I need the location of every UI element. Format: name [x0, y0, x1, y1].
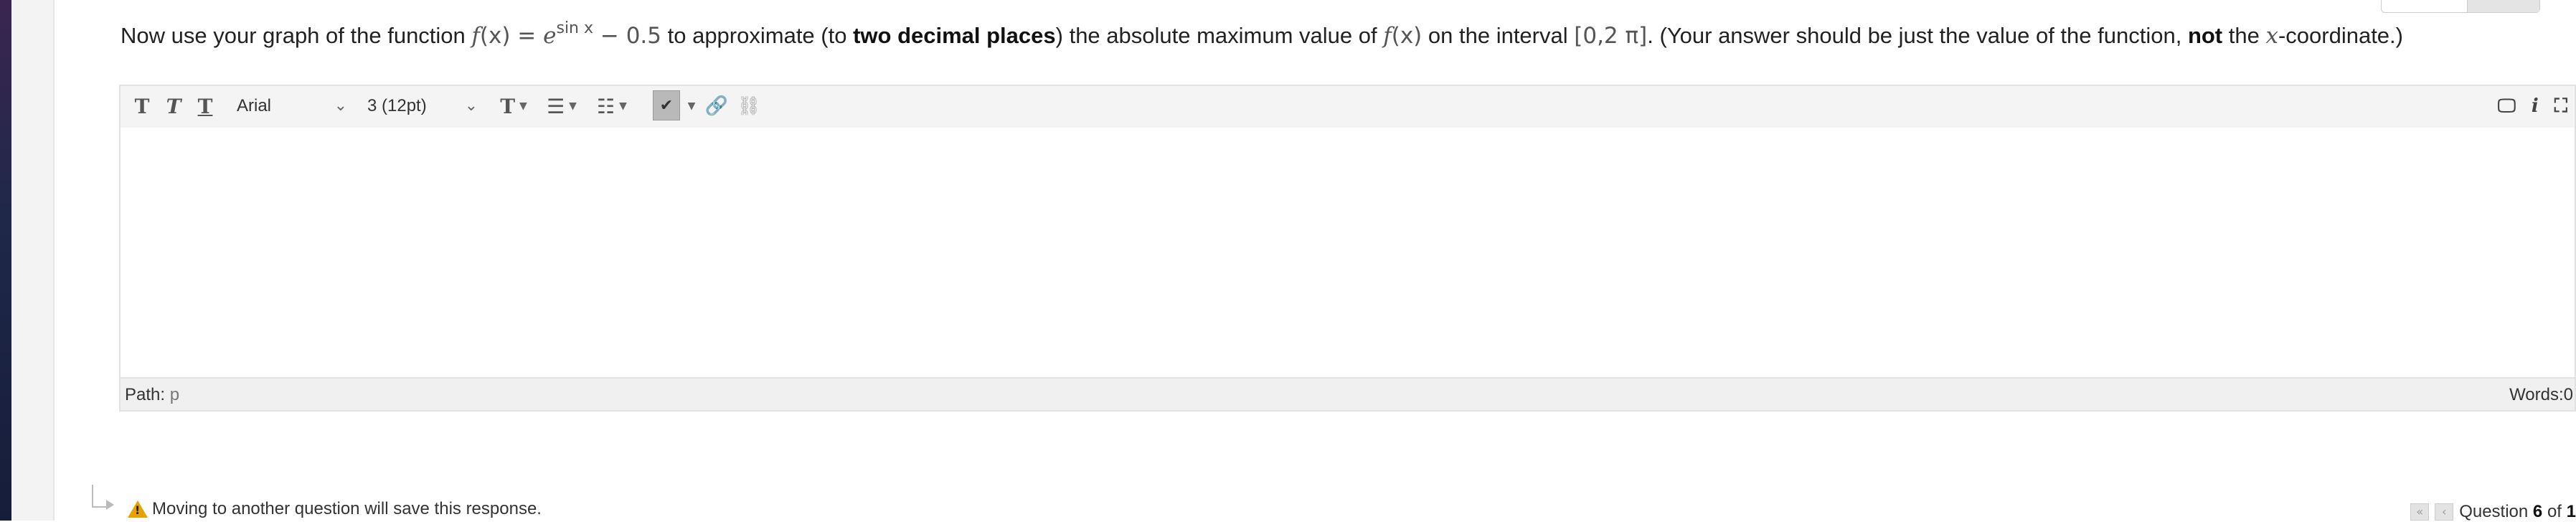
question-counter: Question 6 of 1 [2459, 502, 2576, 521]
unlink-icon: ⛓ [737, 95, 761, 117]
first-question-button[interactable]: « [2410, 503, 2430, 521]
answer-text-area[interactable] [121, 128, 2575, 380]
bullet-list-button[interactable]: ☰ ▼ [541, 92, 582, 120]
spellcheck-button[interactable]: ✔ [653, 90, 680, 120]
text-color-icon: T [500, 94, 516, 118]
chevron-down-icon: ⌄ [334, 96, 347, 114]
previous-question-button[interactable]: ‹ [2435, 503, 2454, 521]
word-count: Words:0 [2509, 385, 2573, 404]
editor-statusbar: Path: p Words:0 [121, 377, 2575, 410]
path-value[interactable]: p [170, 385, 179, 404]
answer-editor: T T T Arial ⌄ 3 (12pt) ⌄ T ▼ ☰ ▼ ☷ ▼ ✔ ▼ 🔗 … [119, 85, 2576, 412]
bold-button[interactable]: T [131, 92, 154, 120]
remove-link-button[interactable]: ⛓ [735, 92, 763, 120]
font-size-select[interactable]: 3 (12pt) ⌄ [360, 92, 483, 120]
spellcheck-dropdown[interactable]: ▼ [683, 92, 696, 120]
dropdown-arrow-icon: ▼ [687, 100, 696, 112]
editor-right-tools: 🖵 i ⛶ [2498, 92, 2567, 120]
text-color-button[interactable]: T ▼ [494, 92, 534, 120]
dropdown-arrow-icon: ▼ [619, 100, 627, 112]
preview-icon[interactable]: 🖵 [2498, 95, 2516, 118]
italic-button[interactable]: T [162, 92, 185, 120]
numbered-list-button[interactable]: ☷ ▼ [591, 92, 633, 120]
editor-toolbar: T T T Arial ⌄ 3 (12pt) ⌄ T ▼ ☰ ▼ ☷ ▼ ✔ ▼ 🔗 … [121, 86, 2575, 129]
question-navigation: « ‹ Question 6 of 1 [2410, 502, 2576, 522]
top-tab-button[interactable] [2467, 0, 2539, 12]
spellcheck-icon: ✔ [659, 96, 674, 115]
save-arrow-head [106, 500, 114, 510]
warning-icon [128, 500, 148, 518]
element-path: Path: p [125, 385, 180, 404]
info-icon[interactable]: i [2532, 95, 2539, 117]
content-divider [53, 0, 55, 521]
fullscreen-icon[interactable]: ⛶ [2554, 95, 2567, 118]
chevron-down-icon: ⌄ [464, 96, 478, 114]
top-tab[interactable] [2381, 0, 2540, 13]
window-edge [0, 0, 11, 521]
bold-icon: T [134, 94, 150, 118]
underline-icon: T [197, 94, 213, 118]
dropdown-arrow-icon: ▼ [569, 100, 577, 112]
font-family-select[interactable]: Arial ⌄ [230, 92, 353, 120]
bullet-list-icon: ☰ [547, 94, 565, 118]
underline-button[interactable]: T [194, 92, 217, 120]
question-text: Now use your graph of the function f(x) … [121, 19, 2403, 49]
dropdown-arrow-icon: ▼ [519, 100, 527, 112]
link-icon: 🔗 [704, 95, 729, 117]
insert-link-button[interactable]: 🔗 [704, 92, 729, 120]
italic-icon: T [166, 94, 181, 118]
left-gutter [11, 0, 53, 521]
numbered-list-icon: ☷ [597, 94, 615, 118]
save-notice: Moving to another question will save thi… [128, 499, 542, 519]
